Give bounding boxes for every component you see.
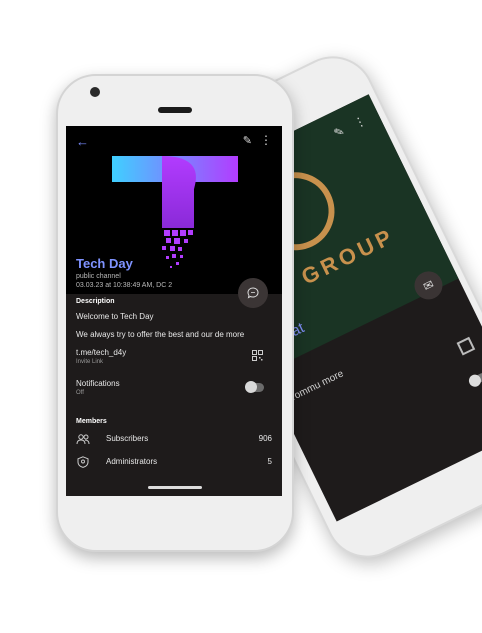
invite-link-label: Invite Link xyxy=(76,359,104,365)
edit-icon[interactable]: ✎ xyxy=(332,124,347,141)
administrators-count: 5 xyxy=(267,457,272,466)
channel-cover: ← ✎ ⋮ Tech Day public channel 03.03.23 a… xyxy=(66,126,282,294)
chat-fab-button[interactable] xyxy=(238,278,268,308)
top-bar: ← ✎ ⋮ xyxy=(66,132,282,150)
people-icon xyxy=(76,434,90,445)
back-description-snippet: rommu more xyxy=(289,368,346,404)
description-line-2[interactable]: We always try to offer the best and our … xyxy=(76,330,244,339)
back-qr-code-icon[interactable] xyxy=(456,336,476,356)
admin-shield-icon xyxy=(77,456,89,468)
channel-title: Tech Day xyxy=(76,256,133,271)
qr-code-icon[interactable] xyxy=(252,350,263,361)
front-phone-screen: ← ✎ ⋮ Tech Day public channel 03.03.23 a… xyxy=(66,126,282,496)
invite-link[interactable]: t.me/tech_d4y xyxy=(76,348,126,357)
back-notifications-toggle[interactable] xyxy=(469,371,482,387)
toggle-knob xyxy=(245,381,257,393)
more-options-icon[interactable]: ⋮ xyxy=(351,113,368,131)
administrators-label: Administrators xyxy=(106,457,158,466)
description-line-1: Welcome to Tech Day xyxy=(76,312,154,321)
subscribers-row[interactable]: Subscribers 906 xyxy=(76,432,272,446)
subscribers-count: 906 xyxy=(258,434,272,443)
notifications-toggle[interactable] xyxy=(245,381,264,393)
notifications-label: Notifications xyxy=(76,379,120,388)
subscribers-label: Subscribers xyxy=(106,434,149,443)
back-arrow-icon[interactable]: ← xyxy=(76,134,89,149)
home-indicator xyxy=(148,486,202,489)
description-header: Description xyxy=(76,298,115,305)
administrators-row[interactable]: Administrators 5 xyxy=(76,455,272,469)
front-phone-camera xyxy=(90,87,100,97)
front-phone-speaker xyxy=(158,107,192,113)
notifications-state: Off xyxy=(76,390,84,396)
members-header: Members xyxy=(76,418,107,425)
more-options-icon[interactable]: ⋮ xyxy=(260,133,272,147)
front-phone: ← ✎ ⋮ Tech Day public channel 03.03.23 a… xyxy=(56,74,294,552)
edit-icon[interactable]: ✎ xyxy=(243,134,252,147)
channel-type: public channel xyxy=(76,273,121,280)
chat-bubble-icon xyxy=(247,287,259,299)
channel-timestamp: 03.03.23 at 10:38:49 AM, DC 2 xyxy=(76,282,173,289)
